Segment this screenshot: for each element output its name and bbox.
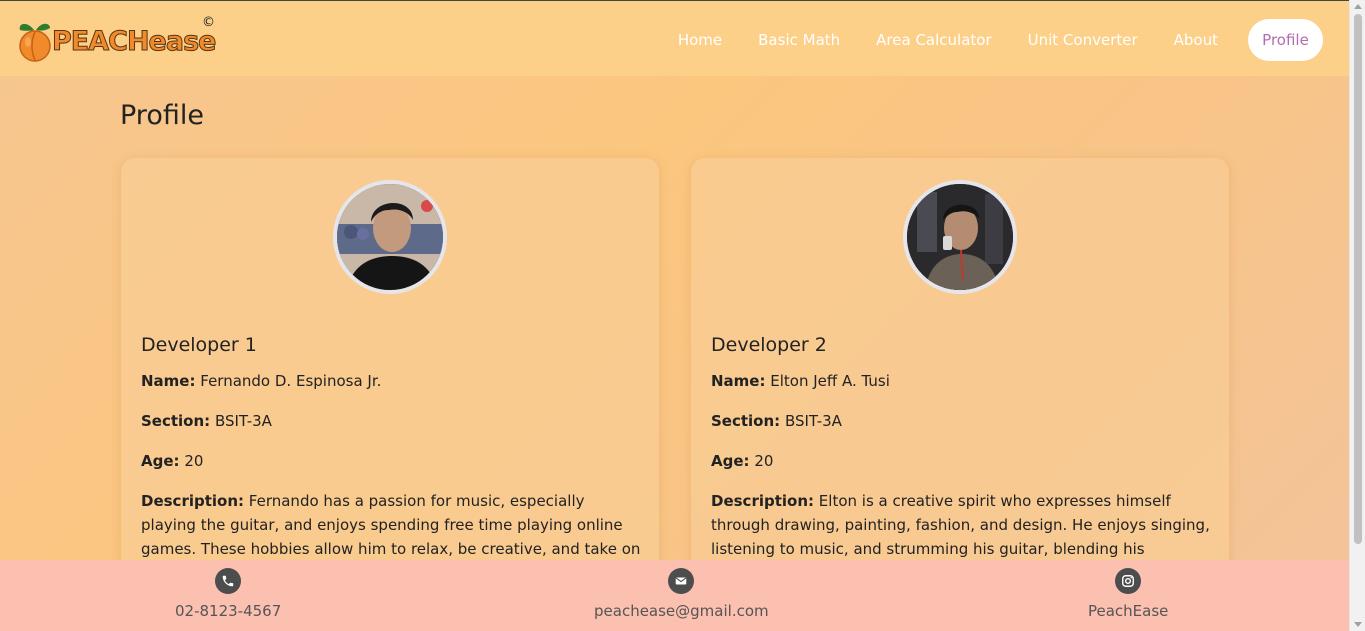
description-label: Description:: [711, 492, 815, 510]
name-label: Name:: [141, 372, 196, 390]
age-label: Age:: [711, 452, 750, 470]
section-label: Section:: [711, 412, 781, 430]
developer-heading: Developer 2: [711, 334, 827, 356]
developer-card-1: Developer 1 Name: Fernando D. Espinosa J…: [121, 158, 659, 588]
age-value: 20: [754, 452, 774, 470]
phone-icon: [215, 568, 242, 594]
section-label: Section:: [141, 412, 211, 430]
page-title: Profile: [120, 100, 204, 131]
instagram-icon: [1115, 568, 1142, 594]
scroll-up-icon[interactable]: [1354, 4, 1362, 9]
nav-basic-math[interactable]: Basic Math: [758, 31, 840, 49]
age-label: Age:: [141, 452, 180, 470]
footer-email[interactable]: peachease@gmail.com: [594, 568, 769, 620]
avatar-developer-2: [903, 180, 1017, 294]
scroll-down-icon[interactable]: [1354, 622, 1362, 627]
nav-about[interactable]: About: [1174, 31, 1218, 49]
name-row: Name: Elton Jeff A. Tusi: [711, 369, 890, 393]
footer: 02-8123-4567 peachease@gmail.com PeachEa…: [0, 560, 1349, 631]
navbar: PEACHease © Home Basic Math Area Calcula…: [0, 0, 1349, 76]
description-label: Description:: [141, 492, 245, 510]
section-value: BSIT-3A: [214, 412, 272, 430]
nav-profile[interactable]: Profile: [1248, 19, 1323, 61]
footer-instagram[interactable]: PeachEase: [1088, 568, 1168, 620]
logo[interactable]: PEACHease ©: [16, 15, 217, 63]
age-row: Age: 20: [141, 449, 203, 473]
developer-heading: Developer 1: [141, 334, 257, 356]
name-value: Elton Jeff A. Tusi: [770, 372, 890, 390]
section-value: BSIT-3A: [784, 412, 842, 430]
section-row: Section: BSIT-3A: [141, 409, 272, 433]
name-label: Name:: [711, 372, 766, 390]
footer-phone[interactable]: 02-8123-4567: [175, 568, 281, 620]
nav-menu: Home Basic Math Area Calculator Unit Con…: [678, 19, 1323, 61]
scroll-thumb[interactable]: [1354, 14, 1362, 544]
nav-area-calculator[interactable]: Area Calculator: [876, 31, 991, 49]
instagram-handle: PeachEase: [1088, 602, 1169, 620]
email-address: peachease@gmail.com: [594, 602, 769, 620]
avatar-developer-1: [333, 180, 447, 294]
age-value: 20: [184, 452, 204, 470]
nav-home[interactable]: Home: [678, 31, 722, 49]
name-value: Fernando D. Espinosa Jr.: [200, 372, 382, 390]
section-row: Section: BSIT-3A: [711, 409, 842, 433]
mail-icon: [668, 568, 695, 594]
copyright-mark: ©: [202, 15, 215, 30]
age-row: Age: 20: [711, 449, 773, 473]
peach-logo-icon: [16, 18, 54, 62]
name-row: Name: Fernando D. Espinosa Jr.: [141, 369, 381, 393]
nav-unit-converter[interactable]: Unit Converter: [1028, 31, 1138, 49]
page: PEACHease © Home Basic Math Area Calcula…: [0, 0, 1349, 631]
developer-card-2: Developer 2 Name: Elton Jeff A. Tusi Sec…: [691, 158, 1229, 588]
phone-number: 02-8123-4567: [175, 602, 282, 620]
page-scrollbar[interactable]: [1349, 0, 1365, 631]
logo-text: PEACHease: [51, 25, 216, 57]
